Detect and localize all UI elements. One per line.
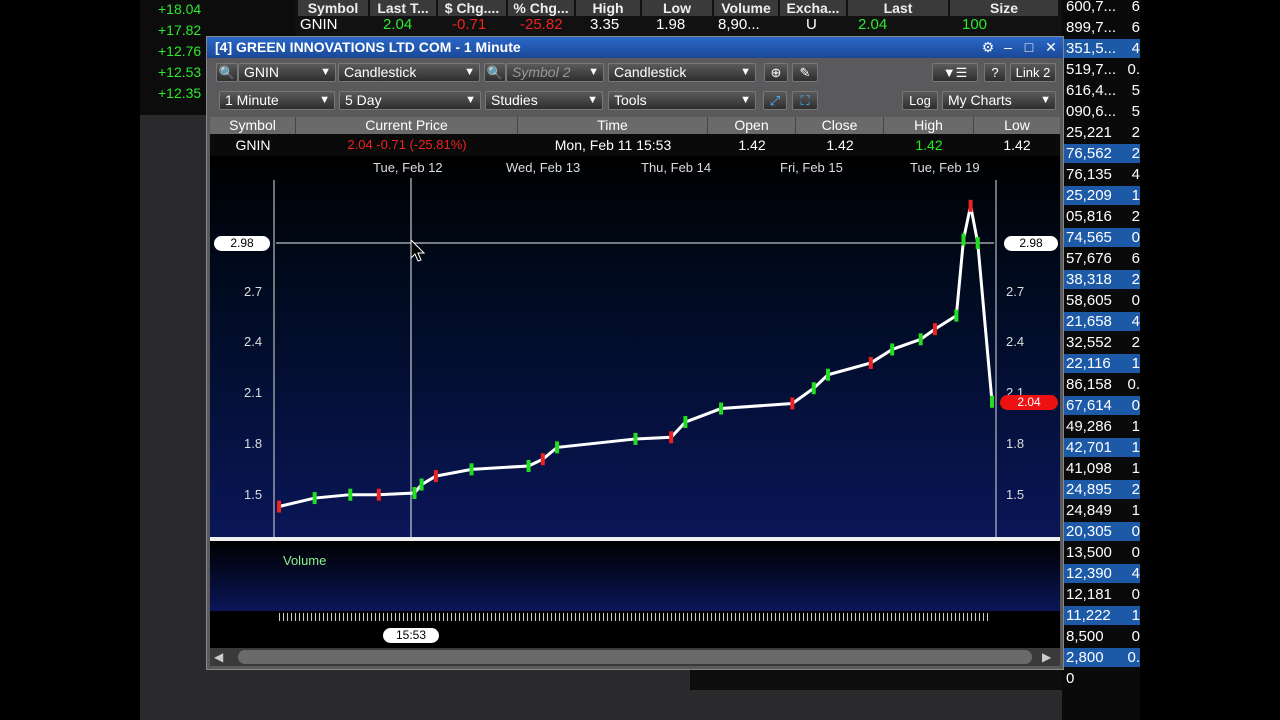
crosshair-price-left: 2.98 bbox=[214, 236, 270, 251]
scrollbar-thumb[interactable] bbox=[238, 650, 1032, 664]
volume-pane[interactable] bbox=[210, 541, 1060, 611]
candle bbox=[811, 382, 816, 395]
candle bbox=[555, 441, 560, 454]
candle bbox=[790, 397, 795, 410]
candle bbox=[277, 500, 281, 513]
price-series bbox=[278, 205, 994, 508]
candle bbox=[932, 323, 937, 336]
scroll-right-icon[interactable]: ▶ bbox=[1042, 650, 1051, 664]
candle bbox=[826, 368, 831, 381]
candle bbox=[540, 453, 545, 466]
candle bbox=[890, 343, 895, 356]
candle bbox=[433, 470, 438, 483]
candle bbox=[954, 309, 959, 322]
candle bbox=[412, 487, 417, 499]
candle bbox=[990, 395, 994, 408]
candle bbox=[419, 478, 424, 491]
candle bbox=[719, 402, 724, 415]
crosshair-time: 15:53 bbox=[383, 628, 439, 643]
candle bbox=[961, 233, 966, 246]
candle bbox=[868, 356, 873, 369]
candle bbox=[918, 333, 923, 346]
time-axis-ticks bbox=[279, 613, 991, 621]
price-line bbox=[277, 199, 994, 513]
volume-label: Volume bbox=[283, 553, 327, 568]
last-price-badge: 2.04 bbox=[1000, 395, 1058, 410]
crosshair-price-right: 2.98 bbox=[1004, 236, 1058, 251]
candle bbox=[975, 237, 980, 249]
candle bbox=[312, 492, 317, 505]
candle bbox=[376, 488, 381, 501]
candle bbox=[469, 463, 474, 476]
candle bbox=[669, 431, 674, 444]
candle bbox=[633, 432, 638, 445]
scroll-left-icon[interactable]: ◀ bbox=[214, 650, 223, 664]
candle bbox=[683, 416, 688, 429]
candle bbox=[526, 459, 531, 472]
candle bbox=[968, 199, 973, 212]
candle bbox=[348, 488, 353, 501]
